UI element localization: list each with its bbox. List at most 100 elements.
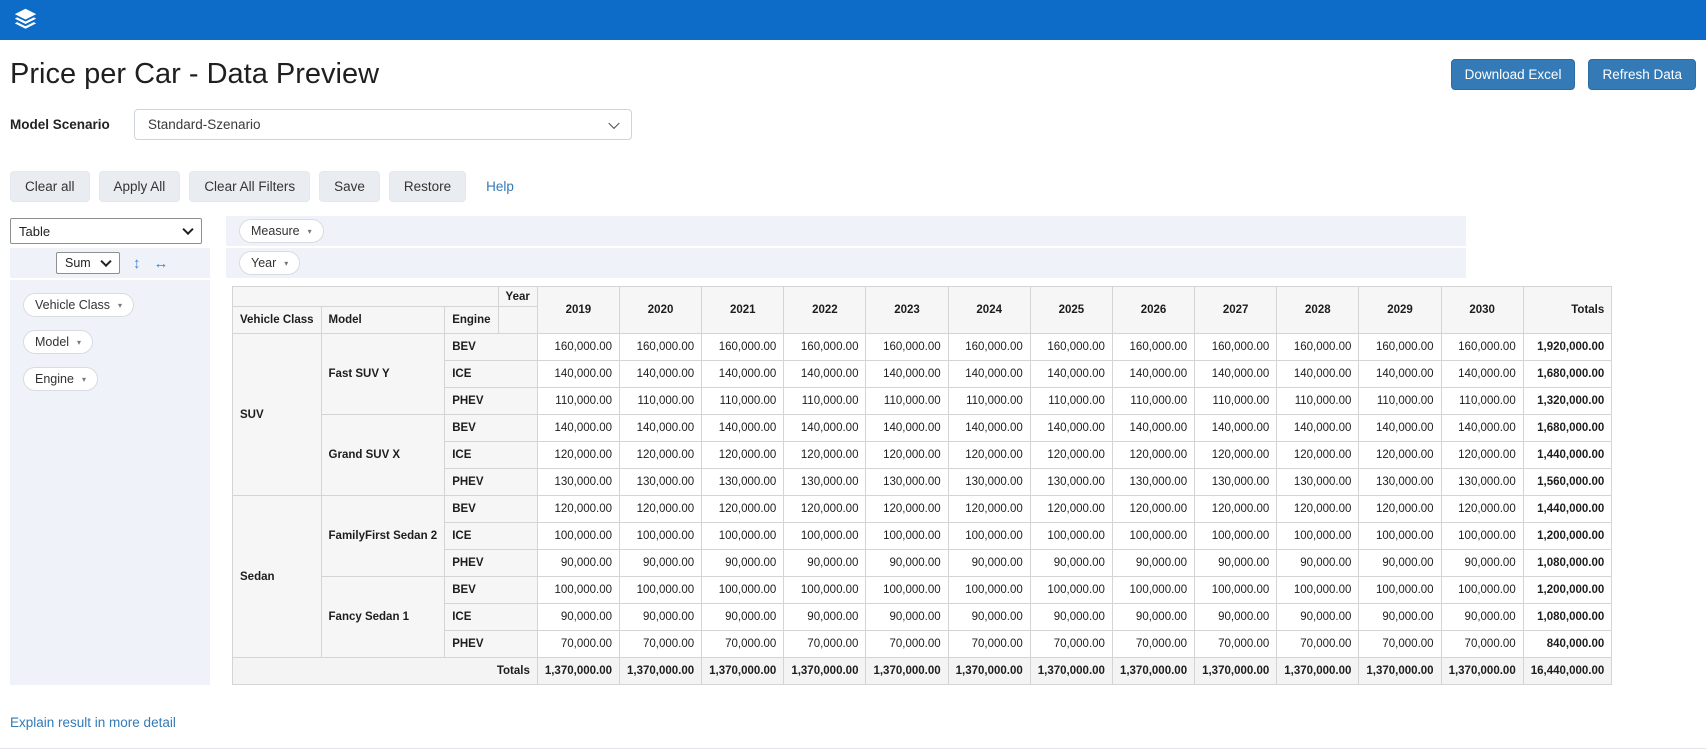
row-total-cell: 1,200,000.00 [1522,522,1613,550]
year-column-header: 2020 [618,286,703,334]
engine-cell: ICE [444,441,538,469]
value-cell: 70,000.00 [1358,630,1442,658]
totals-value-cell: 1,370,000.00 [1440,657,1524,685]
value-cell: 160,000.00 [701,333,785,361]
download-excel-button[interactable]: Download Excel [1450,59,1576,90]
value-cell: 90,000.00 [1029,549,1113,577]
measure-strip: Measure ▾ [226,216,1466,246]
year-field-label: Year [251,256,277,270]
vehicle-class-field-pill[interactable]: Vehicle Class ▾ [23,293,135,317]
value-cell: 120,000.00 [1358,441,1442,469]
engine-cell: PHEV [444,468,538,496]
value-cell: 140,000.00 [947,414,1031,442]
value-cell: 120,000.00 [618,441,703,469]
model-scenario-select[interactable]: Standard-Szenario [134,109,632,140]
row-total-cell: 1,320,000.00 [1522,387,1613,415]
year-column-header: 2021 [701,286,785,334]
value-cell: 140,000.00 [1276,414,1360,442]
clear-all-button[interactable]: Clear all [10,171,90,202]
value-cell: 90,000.00 [783,603,867,631]
totals-row-label: Totals [232,657,538,685]
table-row: Sedan FamilyFirst Sedan 2 BEV 120,000.00 120… [232,495,1613,658]
row-total-cell: 1,440,000.00 [1522,441,1613,469]
value-cell: 70,000.00 [1440,630,1524,658]
engine-cell: PHEV [444,387,538,415]
value-cell: 130,000.00 [1276,468,1360,496]
save-button[interactable]: Save [319,171,380,202]
apply-all-button[interactable]: Apply All [98,171,181,202]
value-cell: 160,000.00 [865,333,949,361]
value-cell: 90,000.00 [947,603,1031,631]
value-cell: 120,000.00 [701,495,785,523]
row-total-cell: 1,680,000.00 [1522,414,1613,442]
value-cell: 90,000.00 [701,549,785,577]
chevron-down-icon: ▾ [81,374,86,384]
vertical-resize-icon[interactable]: ↕ [133,256,141,271]
value-cell: 160,000.00 [947,333,1031,361]
view-type-select[interactable]: Table [10,218,202,244]
row-total-cell: 1,080,000.00 [1522,549,1613,577]
value-cell: 100,000.00 [1194,522,1278,550]
chevron-down-icon: ▾ [284,258,289,268]
field-pill-label: Model [35,335,70,349]
value-cell: 140,000.00 [618,360,703,388]
help-link[interactable]: Help [486,179,514,194]
value-cell: 160,000.00 [1358,333,1442,361]
value-cell: 110,000.00 [701,387,785,415]
value-cell: 120,000.00 [1440,495,1524,523]
layers-icon[interactable] [12,7,39,34]
engine-cell: PHEV [444,549,538,577]
value-cell: 120,000.00 [783,495,867,523]
value-cell: 130,000.00 [701,468,785,496]
row-dimension-header: Engine [444,306,499,334]
value-cell: 100,000.00 [1358,576,1442,604]
value-cell: 100,000.00 [1029,522,1113,550]
clear-all-filters-button[interactable]: Clear All Filters [189,171,311,202]
pivot-corner-cell [232,286,499,307]
horizontal-resize-icon[interactable]: ↔ [154,256,169,271]
value-cell: 120,000.00 [1111,495,1196,523]
grand-total-cell: 16,440,000.00 [1522,657,1613,685]
engine-cell: BEV [444,333,538,361]
value-cell: 120,000.00 [947,441,1031,469]
year-column-header: 2027 [1194,286,1278,334]
totals-column-header: Totals [1522,286,1613,334]
value-cell: 140,000.00 [865,360,949,388]
totals-row: Totals 1,370,000.00 1,370,000.00 1,370,000.… [232,657,1613,685]
model-cell: Fancy Sedan 1 [320,576,446,658]
value-cell: 100,000.00 [536,522,621,550]
value-cell: 90,000.00 [1194,603,1278,631]
value-cell: 140,000.00 [536,414,621,442]
engine-field-pill[interactable]: Engine ▾ [23,367,98,391]
value-cell: 140,000.00 [865,414,949,442]
value-cell: 90,000.00 [1111,603,1196,631]
value-cell: 130,000.00 [1358,468,1442,496]
vehicle-class-cell: Sedan [232,495,322,658]
totals-value-cell: 1,370,000.00 [536,657,621,685]
measure-field-pill[interactable]: Measure ▾ [239,219,324,243]
table-row: Grand SUV X BEV 140,000.00 140,000.00 140,00… [233,414,1613,496]
value-cell: 130,000.00 [947,468,1031,496]
value-cell: 160,000.00 [536,333,621,361]
value-cell: 70,000.00 [1029,630,1113,658]
value-cell: 140,000.00 [701,360,785,388]
year-field-pill[interactable]: Year ▾ [239,251,301,275]
row-total-cell: 1,200,000.00 [1522,576,1613,604]
value-cell: 120,000.00 [1276,495,1360,523]
model-field-pill[interactable]: Model ▾ [23,330,94,354]
totals-value-cell: 1,370,000.00 [701,657,785,685]
table-row: SUV Fast SUV Y BEV 160,000.00 160,000.00 160,… [232,333,1613,496]
value-cell: 140,000.00 [1276,360,1360,388]
aggregation-select[interactable]: Sum [56,252,120,274]
value-cell: 100,000.00 [1111,522,1196,550]
model-scenario-row: Model Scenario Standard-Szenario [10,109,1696,140]
value-cell: 110,000.00 [618,387,703,415]
field-pill-label: Vehicle Class [35,298,111,312]
value-cell: 90,000.00 [1358,549,1442,577]
refresh-data-button[interactable]: Refresh Data [1588,59,1696,90]
restore-button[interactable]: Restore [388,171,467,202]
explain-result-link[interactable]: Explain result in more detail [10,715,176,730]
year-column-header: 2029 [1358,286,1442,334]
chevron-down-icon: ▾ [307,226,312,236]
value-cell: 100,000.00 [947,576,1031,604]
